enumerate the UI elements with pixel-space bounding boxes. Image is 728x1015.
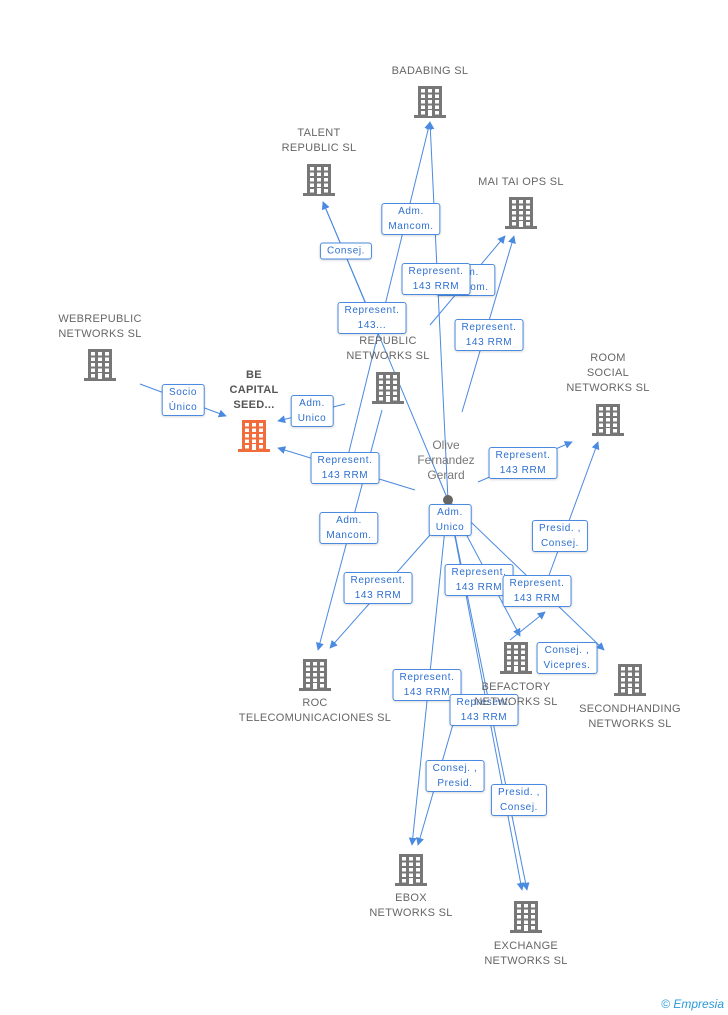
- becapital-building-icon[interactable]: [238, 420, 270, 452]
- edge-label: Represent. 143 RRM: [502, 575, 572, 607]
- befactory-building-icon[interactable]: [500, 642, 532, 674]
- brand-name: Empresia: [673, 997, 724, 1011]
- node-label-becapital[interactable]: BE CAPITAL SEED...: [230, 368, 279, 413]
- roc-building-icon[interactable]: [299, 659, 331, 691]
- edge-label: Consej. , Vicepres.: [536, 642, 598, 674]
- secondhanding-building-icon[interactable]: [614, 664, 646, 696]
- node-label-talent[interactable]: TALENT REPUBLIC SL: [282, 126, 357, 156]
- edge-label: Represent. 143 RRM: [401, 263, 471, 295]
- node-label-webrepublic[interactable]: WEBREPUBLIC NETWORKS SL: [58, 312, 141, 342]
- edge-label: Adm. Mancom.: [319, 512, 379, 544]
- republic-building-icon[interactable]: [372, 372, 404, 404]
- maitai-building-icon[interactable]: [505, 197, 537, 229]
- edge-label: Represent. 143 RRM: [343, 572, 413, 604]
- edges-layer: [84, 86, 646, 933]
- edge-label: Adm. Unico: [290, 395, 334, 427]
- webrepublic-building-icon[interactable]: [84, 349, 116, 381]
- edge-label: Represent. 143 RRM: [310, 452, 380, 484]
- copyright-symbol: ©: [661, 997, 670, 1011]
- edge-label: Consej. , Presid.: [425, 760, 485, 792]
- node-label-befactory[interactable]: BEFACTORY NETWORKS SL: [474, 680, 557, 710]
- node-label-roc[interactable]: ROC TELECOMUNICACIONES SL: [239, 696, 391, 726]
- edge-label: Presid. , Consej.: [490, 784, 548, 816]
- edge-label: Socio Único: [161, 384, 205, 416]
- node-label-maitai[interactable]: MAI TAI OPS SL: [478, 175, 564, 190]
- edge-label: Represent. 143 RRM: [454, 319, 524, 351]
- node-label-ebox[interactable]: EBOX NETWORKS SL: [369, 891, 452, 921]
- node-label-republic[interactable]: REPUBLIC NETWORKS SL: [346, 334, 429, 364]
- badabing-building-icon[interactable]: [414, 86, 446, 118]
- edge-label: Presid. , Consej.: [531, 520, 589, 552]
- edge-label: Represent. 143...: [337, 302, 407, 334]
- node-label-exchange[interactable]: EXCHANGE NETWORKS SL: [484, 939, 567, 969]
- edge-label: Represent. 143 RRM: [488, 447, 558, 479]
- exchange-building-icon[interactable]: [510, 901, 542, 933]
- ebox-building-icon[interactable]: [395, 854, 427, 886]
- edge-line: [344, 121, 433, 469]
- edge-label: Adm. Unico: [428, 504, 472, 536]
- person-label[interactable]: Olive Fernandez Gerard: [417, 438, 474, 483]
- talent-building-icon[interactable]: [303, 164, 335, 196]
- edge-label: Adm. Mancom.: [381, 203, 441, 235]
- network-diagram: Adm. Mancom. Consej. Adm. Mancom. Represent…: [0, 0, 728, 1015]
- node-label-roomsocial[interactable]: ROOM SOCIAL NETWORKS SL: [566, 351, 649, 396]
- roomsocial-building-icon[interactable]: [592, 404, 624, 436]
- node-label-secondhanding[interactable]: SECONDHANDING NETWORKS SL: [579, 702, 681, 732]
- node-label-badabing[interactable]: BADABING SL: [392, 64, 469, 79]
- edge-label: Consej.: [319, 242, 373, 260]
- empresia-logo: © Empresia: [661, 997, 724, 1011]
